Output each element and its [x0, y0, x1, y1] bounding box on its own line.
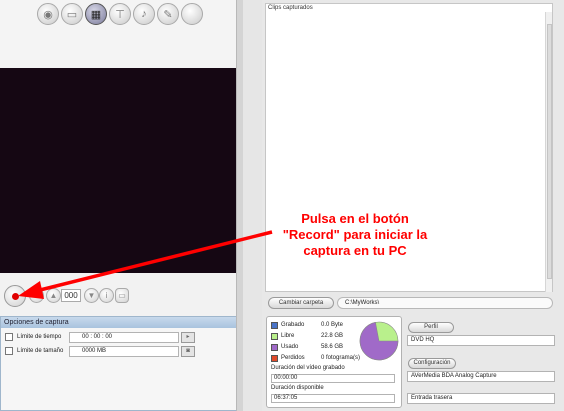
blank-mode-icon[interactable]	[181, 3, 203, 25]
capture-app-window: ◉ ▭ ▦ ⊤ ♪ ✎ ■ ▲ 000 ▼ i ▭ Opciones de ca…	[0, 0, 564, 411]
video-preview	[0, 68, 236, 273]
microphone-icon[interactable]: ♪	[133, 3, 155, 25]
record-dot-icon	[12, 293, 19, 300]
time-limit-checkbox[interactable]	[5, 333, 13, 341]
annotation-line-1: Pulsa en el botón	[301, 211, 409, 226]
size-limit-input[interactable]: 0000 MB	[69, 346, 179, 357]
libre-value: 22.8 GB	[321, 333, 344, 339]
capture-options-panel: Opciones de captura Límite de tiempo 00 …	[0, 316, 240, 411]
available-duration-value: 06:37:05	[271, 394, 395, 403]
annotation-text: Pulsa en el botón "Record" para iniciar …	[262, 211, 448, 259]
perdidos-swatch	[271, 355, 278, 362]
right-panel: Clips capturados Cambiar carpeta C:\MyWo…	[262, 0, 564, 411]
capture-video-icon[interactable]: ▦	[85, 3, 107, 25]
disk-usage-pie-chart	[359, 321, 399, 361]
time-limit-input[interactable]: 00 : 00 : 00	[69, 332, 179, 343]
profile-button[interactable]: Perfil	[408, 322, 454, 333]
stat-libre: Libre 22.8 GB	[271, 332, 371, 341]
stat-grabado: Grabado 0.0 Byte	[271, 321, 371, 330]
profile-value[interactable]: DVD HQ	[407, 335, 555, 346]
stop-icon[interactable]: ■	[29, 288, 44, 303]
profile-panel: Perfil DVD HQ Configuración AVerMedia BD…	[406, 316, 556, 408]
perdidos-label: Perdidos	[281, 355, 305, 361]
left-panel: ◉ ▭ ▦ ⊤ ♪ ✎ ■ ▲ 000 ▼ i ▭ Opciones de ca…	[0, 0, 243, 411]
disc-icon[interactable]: ◉	[37, 3, 59, 25]
grabado-value: 0.0 Byte	[321, 322, 344, 328]
recorded-duration-value: 00:00:00	[271, 374, 395, 383]
folder-path-field: C:\MyWorks\	[337, 297, 553, 309]
stat-perdidos: Perdidos 0 fotograma(s)	[271, 354, 371, 363]
time-limit-row: Límite de tiempo 00 : 00 : 00 ▸	[5, 332, 205, 344]
perdidos-value: 0 fotograma(s)	[321, 355, 361, 361]
counter-display: 000	[61, 289, 81, 302]
annotation-line-2: "Record" para iniciar la	[282, 227, 428, 242]
grabado-swatch	[271, 322, 278, 329]
stat-usado: Usado 58.6 GB	[271, 343, 371, 352]
capture-device-value[interactable]: AVerMedia BDA Analog Capture	[407, 371, 555, 382]
usado-value: 58.6 GB	[321, 344, 344, 350]
pen-icon[interactable]: ✎	[157, 3, 179, 25]
change-folder-button[interactable]: Cambiar carpeta	[268, 297, 334, 309]
capture-controls: ■ ▲ 000 ▼ i ▭	[0, 284, 236, 307]
annotation-line-3: captura en tu PC	[303, 243, 407, 258]
drawer-icon[interactable]: ▭	[61, 3, 83, 25]
size-limit-checkbox[interactable]	[5, 347, 13, 355]
snapshot-icon[interactable]: ▭	[115, 288, 129, 303]
folder-row: Cambiar carpeta C:\MyWorks\	[267, 297, 554, 310]
up-arrow-icon[interactable]: ▲	[46, 288, 61, 303]
info-icon[interactable]: i	[99, 288, 114, 303]
grabado-label: Grabado	[281, 322, 305, 328]
configuration-button[interactable]: Configuración	[408, 358, 456, 369]
mode-toolbar: ◉ ▭ ▦ ⊤ ♪ ✎	[0, 0, 243, 60]
clips-scrollbar-thumb[interactable]	[547, 24, 552, 279]
time-limit-label: Límite de tiempo	[17, 334, 62, 340]
panel-splitter[interactable]	[236, 0, 243, 411]
record-button[interactable]	[4, 285, 26, 307]
libre-swatch	[271, 333, 278, 340]
camera-icon[interactable]: ◙	[181, 346, 195, 357]
usado-swatch	[271, 344, 278, 351]
down-arrow-icon[interactable]: ▼	[84, 288, 99, 303]
captured-clips-title: Clips capturados	[268, 5, 313, 11]
available-duration-label: Duración disponible	[271, 385, 324, 391]
recorded-duration-label: Duración del vídeo grabado	[271, 365, 345, 371]
time-limit-spin-icon[interactable]: ▸	[181, 332, 195, 343]
usado-label: Usado	[281, 344, 299, 350]
size-limit-row: Límite de tamaño 0000 MB ◙	[5, 346, 205, 358]
projector-icon[interactable]: ⊤	[109, 3, 131, 25]
capture-options-title: Opciones de captura	[1, 317, 239, 328]
disk-stats-panel: Grabado 0.0 Byte Libre 22.8 GB Usado 58.…	[266, 316, 402, 408]
size-limit-label: Límite de tamaño	[17, 348, 64, 354]
input-source-value[interactable]: Entrada trasera	[407, 393, 555, 404]
clips-scrollbar[interactable]	[545, 12, 552, 292]
libre-label: Libre	[281, 333, 295, 339]
